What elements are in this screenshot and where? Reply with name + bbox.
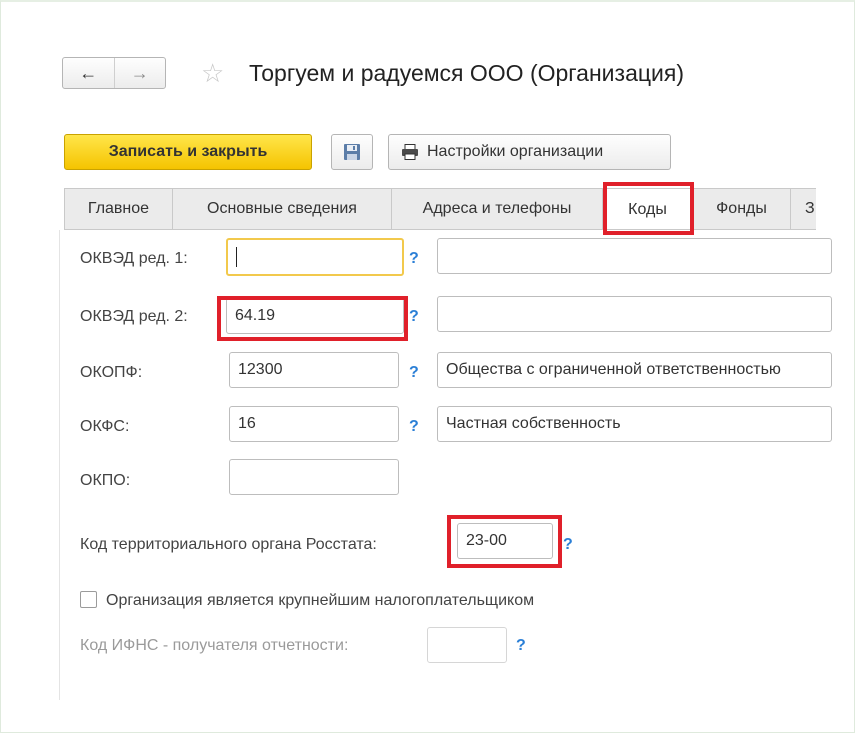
settings-label: Настройки организации (427, 143, 604, 160)
ifns-input[interactable] (427, 627, 507, 663)
okpo-input[interactable] (229, 459, 399, 495)
printer-icon (402, 144, 418, 160)
tab-basic-info[interactable]: Основные сведения (172, 188, 392, 229)
largest-taxpayer-checkbox[interactable] (80, 591, 97, 608)
okopf-input[interactable]: 12300 (229, 352, 399, 388)
okved2-description-field[interactable] (437, 296, 832, 332)
rosstat-help-icon[interactable]: ? (563, 536, 573, 554)
okved2-help-icon[interactable]: ? (409, 308, 419, 326)
tab-funds[interactable]: Фонды (692, 188, 791, 229)
okfs-description-field[interactable]: Частная собственность (437, 406, 832, 442)
tab-more[interactable]: З (790, 188, 816, 229)
rosstat-label: Код территориального органа Росстата: (80, 536, 377, 553)
okved1-input[interactable] (226, 238, 404, 276)
favorite-star-icon[interactable]: ☆ (201, 60, 224, 86)
okved1-help-icon[interactable]: ? (409, 250, 419, 268)
okfs-label: ОКФС: (80, 418, 130, 435)
tab-bar: Главное Основные сведения Адреса и телеф… (64, 188, 816, 230)
save-and-close-button[interactable]: Записать и закрыть (64, 134, 312, 170)
floppy-disk-icon (344, 144, 360, 160)
organization-settings-button[interactable]: Настройки организации (388, 134, 671, 170)
okved1-label: ОКВЭД ред. 1: (80, 250, 188, 267)
forward-button[interactable]: → (113, 58, 166, 88)
ifns-help-icon[interactable]: ? (516, 637, 526, 655)
largest-taxpayer-label[interactable]: Организация является крупнейшим налогопл… (106, 592, 534, 610)
page-title: Торгуем и радуемся ООО (Организация) (249, 60, 684, 86)
ifns-label: Код ИФНС - получателя отчетности: (80, 637, 349, 654)
save-button[interactable] (331, 134, 373, 170)
arrow-right-icon: → (130, 62, 149, 83)
okopf-description-field[interactable]: Общества с ограниченной ответственностью (437, 352, 832, 388)
okpo-label: ОКПО: (80, 472, 131, 489)
tab-main[interactable]: Главное (64, 188, 173, 229)
okfs-help-icon[interactable]: ? (409, 418, 419, 436)
okved1-description-field[interactable] (437, 238, 832, 274)
tab-addresses-phones[interactable]: Адреса и телефоны (391, 188, 603, 229)
okopf-help-icon[interactable]: ? (409, 364, 419, 382)
highlight-okved2 (217, 296, 408, 341)
back-button[interactable]: ← (63, 58, 114, 88)
arrow-left-icon: ← (79, 62, 98, 83)
text-caret (236, 247, 237, 267)
nav-buttons: ← → (62, 57, 166, 89)
form-left-border (59, 230, 60, 700)
highlight-tab-codes (603, 182, 694, 235)
okfs-input[interactable]: 16 (229, 406, 399, 442)
highlight-rosstat (447, 515, 562, 568)
okved2-label: ОКВЭД ред. 2: (80, 308, 188, 325)
okopf-label: ОКОПФ: (80, 364, 143, 381)
